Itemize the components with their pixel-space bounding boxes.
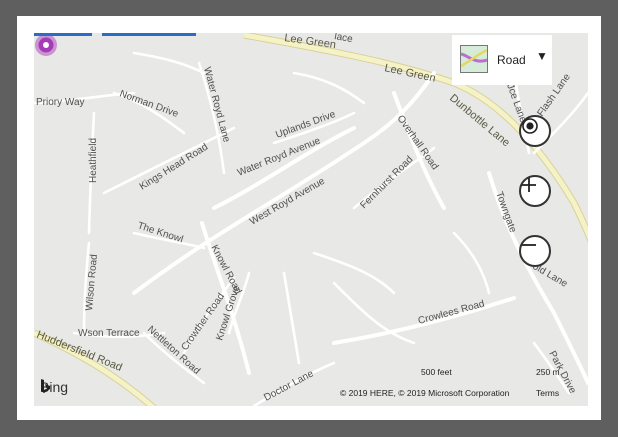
zoom-out-icon	[522, 244, 536, 246]
locate-me-button[interactable]	[519, 115, 551, 147]
scale-metric-label: 250 m	[536, 367, 560, 377]
chevron-down-icon[interactable]: ▼	[536, 49, 548, 63]
map-style-thumbnail-icon	[460, 45, 488, 73]
map-base-layer[interactable]: Lee Green lace Lee Green Dunbottle Lane …	[34, 33, 588, 406]
bing-logo: Bing	[40, 379, 68, 395]
label-fernhurst-road: Fernhurst Road	[358, 154, 415, 211]
bing-logo-icon	[41, 379, 50, 393]
label-wilson-terrace: Wson Terrace	[78, 328, 140, 339]
label-doctor-lane: Doctor Lane	[262, 368, 316, 403]
zoom-in-button[interactable]	[519, 175, 551, 207]
label-crowlees-road: Crowlees Road	[417, 299, 486, 327]
road-inner-1	[312, 251, 396, 295]
label-dunbottle-lane: Dunbottle Lane	[447, 92, 512, 149]
scale-imperial-label: 500 feet	[421, 367, 452, 377]
road-north-1	[292, 71, 366, 105]
label-towngate: Towngate	[493, 190, 518, 234]
map-style-label: Road	[497, 53, 526, 67]
road-inner-3	[282, 271, 301, 365]
road-north-2	[132, 51, 206, 75]
label-priory-way: Priory Way	[36, 97, 85, 108]
road-inner-4	[452, 231, 491, 295]
zoom-out-button[interactable]	[519, 235, 551, 267]
label-lace: lace	[333, 33, 353, 45]
terms-link[interactable]: Terms	[536, 388, 559, 398]
label-the-knowl: The Knowl	[136, 220, 184, 245]
road-kings-head	[102, 126, 236, 195]
map-attribution: © 2019 HERE, © 2019 Microsoft Corporatio…	[340, 388, 510, 398]
label-norman-drive: Norman Drive	[118, 88, 180, 120]
map-canvas[interactable]: Lee Green lace Lee Green Dunbottle Lane …	[34, 33, 588, 406]
label-kings-head-road: Kings Head Road	[138, 142, 210, 193]
scale-bar	[34, 33, 196, 36]
locate-me-icon	[522, 118, 538, 134]
label-heathfield: Heathfield	[88, 138, 99, 183]
zoom-in-icon	[522, 178, 536, 192]
map-style-picker[interactable]: Road ▼	[452, 35, 552, 85]
label-lee-green-2: Lee Green	[383, 62, 436, 85]
